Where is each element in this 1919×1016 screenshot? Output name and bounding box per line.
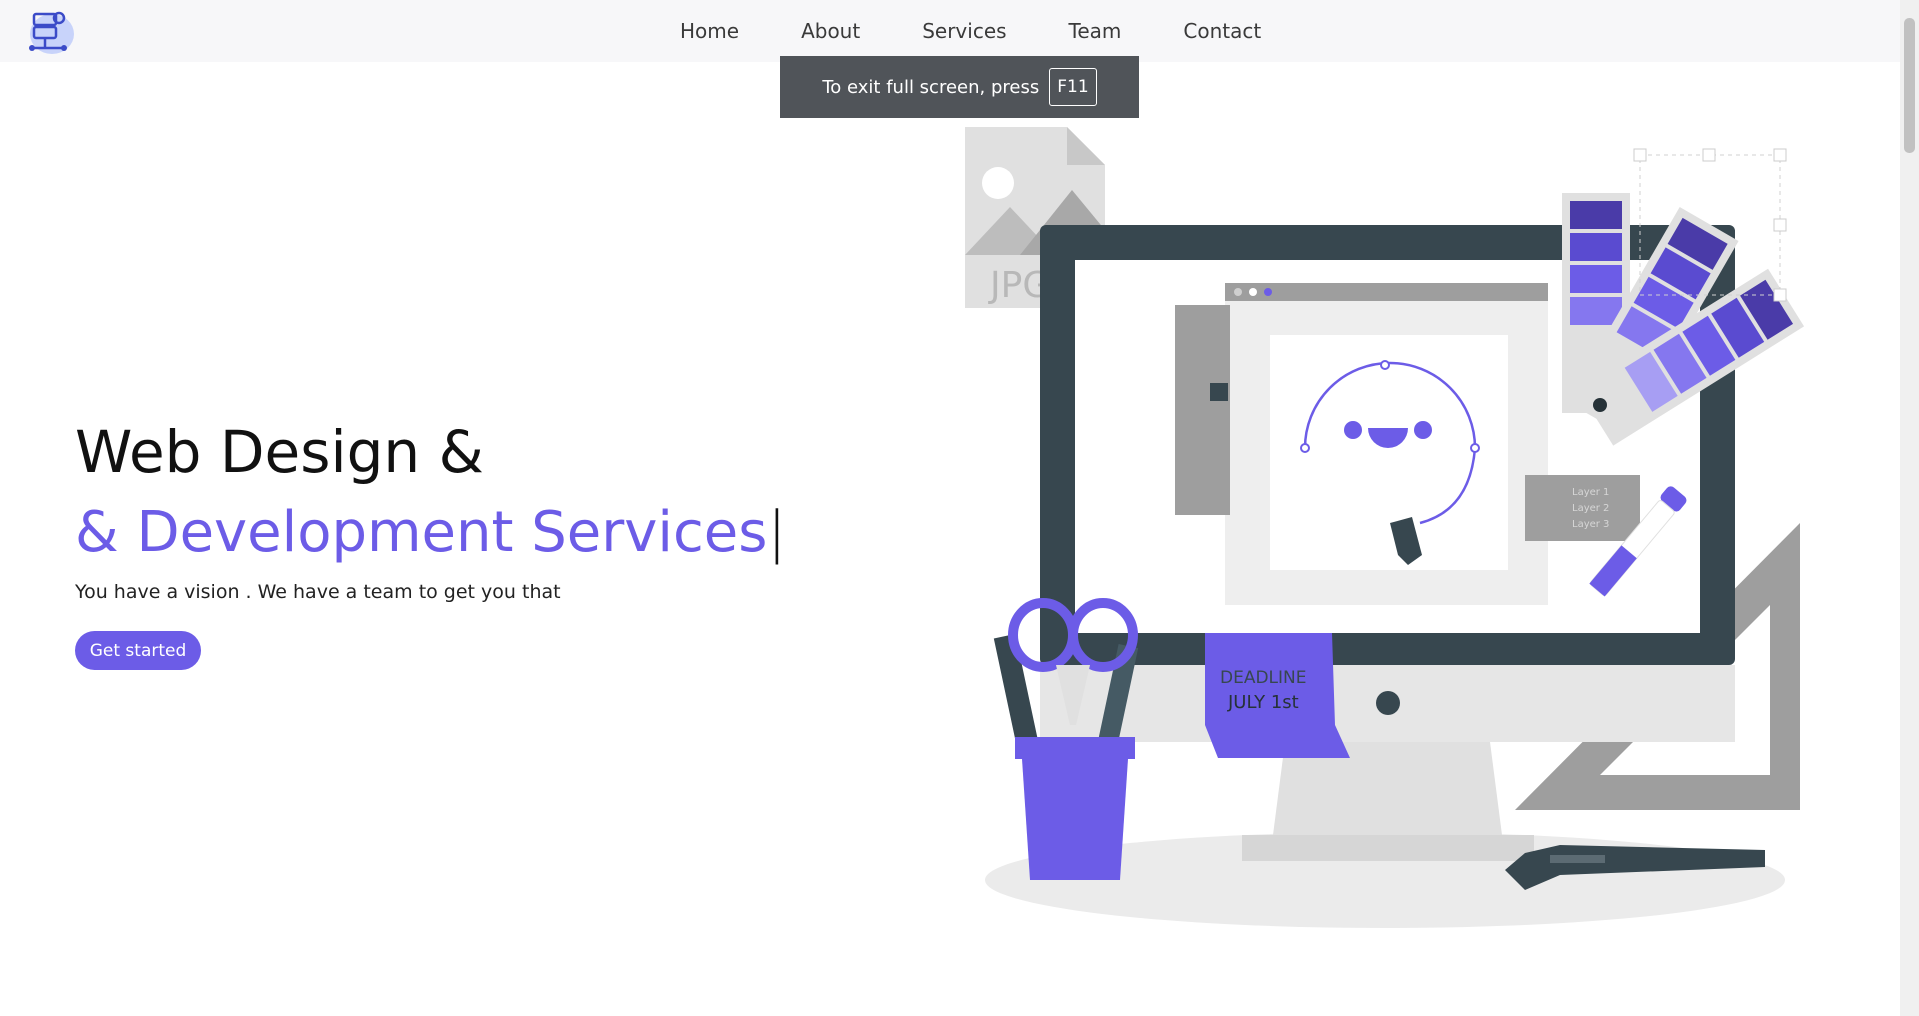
- hero-subtitle: & Development Services|: [75, 500, 786, 565]
- hero-subtitle-text: & Development Services: [75, 500, 768, 565]
- svg-text:Layer 3: Layer 3: [1572, 519, 1609, 530]
- nav-links: Home About Services Team Contact: [680, 0, 1323, 62]
- nav-about[interactable]: About: [801, 19, 860, 43]
- hero-tagline: You have a vision . We have a team to ge…: [75, 581, 561, 603]
- nav-team[interactable]: Team: [1069, 19, 1122, 43]
- svg-text:DEADLINE: DEADLINE: [1220, 668, 1307, 688]
- nav-contact[interactable]: Contact: [1183, 19, 1261, 43]
- fullscreen-toast: To exit full screen, press F11: [780, 56, 1139, 118]
- scrollbar[interactable]: [1900, 0, 1919, 1016]
- logo[interactable]: [24, 6, 78, 56]
- hero-title: Web Design &: [75, 418, 484, 486]
- toast-text: To exit full screen, press: [822, 76, 1040, 98]
- svg-text:Layer 2: Layer 2: [1572, 503, 1609, 514]
- nav-services[interactable]: Services: [922, 19, 1006, 43]
- svg-text:Layer 1: Layer 1: [1572, 487, 1609, 498]
- get-started-button[interactable]: Get started: [75, 631, 201, 670]
- scrollbar-thumb[interactable]: [1904, 18, 1915, 153]
- svg-text:JULY 1st: JULY 1st: [1227, 692, 1299, 713]
- nav-home[interactable]: Home: [680, 19, 739, 43]
- navbar: Home About Services Team Contact: [0, 0, 1900, 62]
- typing-caret: |: [767, 500, 787, 565]
- toast-key: F11: [1049, 68, 1097, 106]
- hero-illustration: JPG Layer 1 Layer 2 Layer 3 DEADLINE JUL…: [960, 115, 1815, 945]
